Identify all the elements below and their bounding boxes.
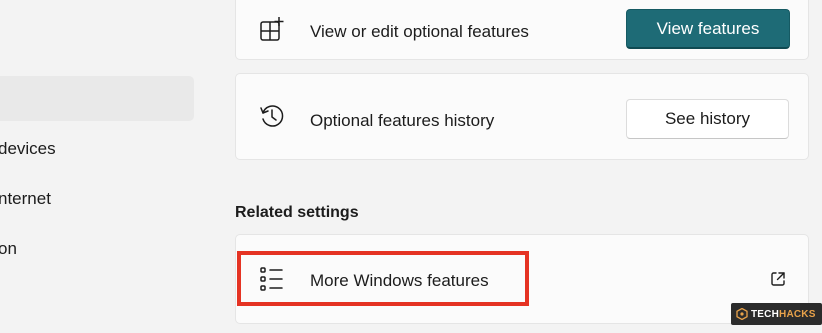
add-grid-icon xyxy=(260,17,284,41)
sidebar-item-network-internet[interactable]: nternet xyxy=(0,189,51,209)
sidebar-item-label: nternet xyxy=(0,189,51,208)
view-optional-features-card: View or edit optional features View feat… xyxy=(235,0,809,60)
watermark: TECHHACKS xyxy=(731,303,822,325)
techhacks-logo-icon xyxy=(736,308,748,320)
sidebar-item-personalization[interactable]: on xyxy=(0,239,17,259)
sidebar-item-devices[interactable]: devices xyxy=(0,139,56,159)
view-features-button[interactable]: View features xyxy=(626,9,790,49)
see-history-button[interactable]: See history xyxy=(626,99,789,139)
optional-features-history-card: Optional features history See history xyxy=(235,73,809,160)
watermark-text: TECHHACKS xyxy=(751,308,816,320)
history-clock-icon xyxy=(260,105,284,127)
sidebar-item-label: devices xyxy=(0,139,56,158)
open-external-icon[interactable] xyxy=(769,270,787,288)
highlight-box xyxy=(237,251,529,306)
sidebar-item-selected[interactable] xyxy=(0,76,194,121)
view-optional-features-label: View or edit optional features xyxy=(310,22,529,41)
sidebar-item-label: on xyxy=(0,239,17,258)
optional-features-history-label: Optional features history xyxy=(310,111,495,130)
related-settings-heading: Related settings xyxy=(235,204,359,221)
sidebar: devices nternet on xyxy=(0,0,215,333)
